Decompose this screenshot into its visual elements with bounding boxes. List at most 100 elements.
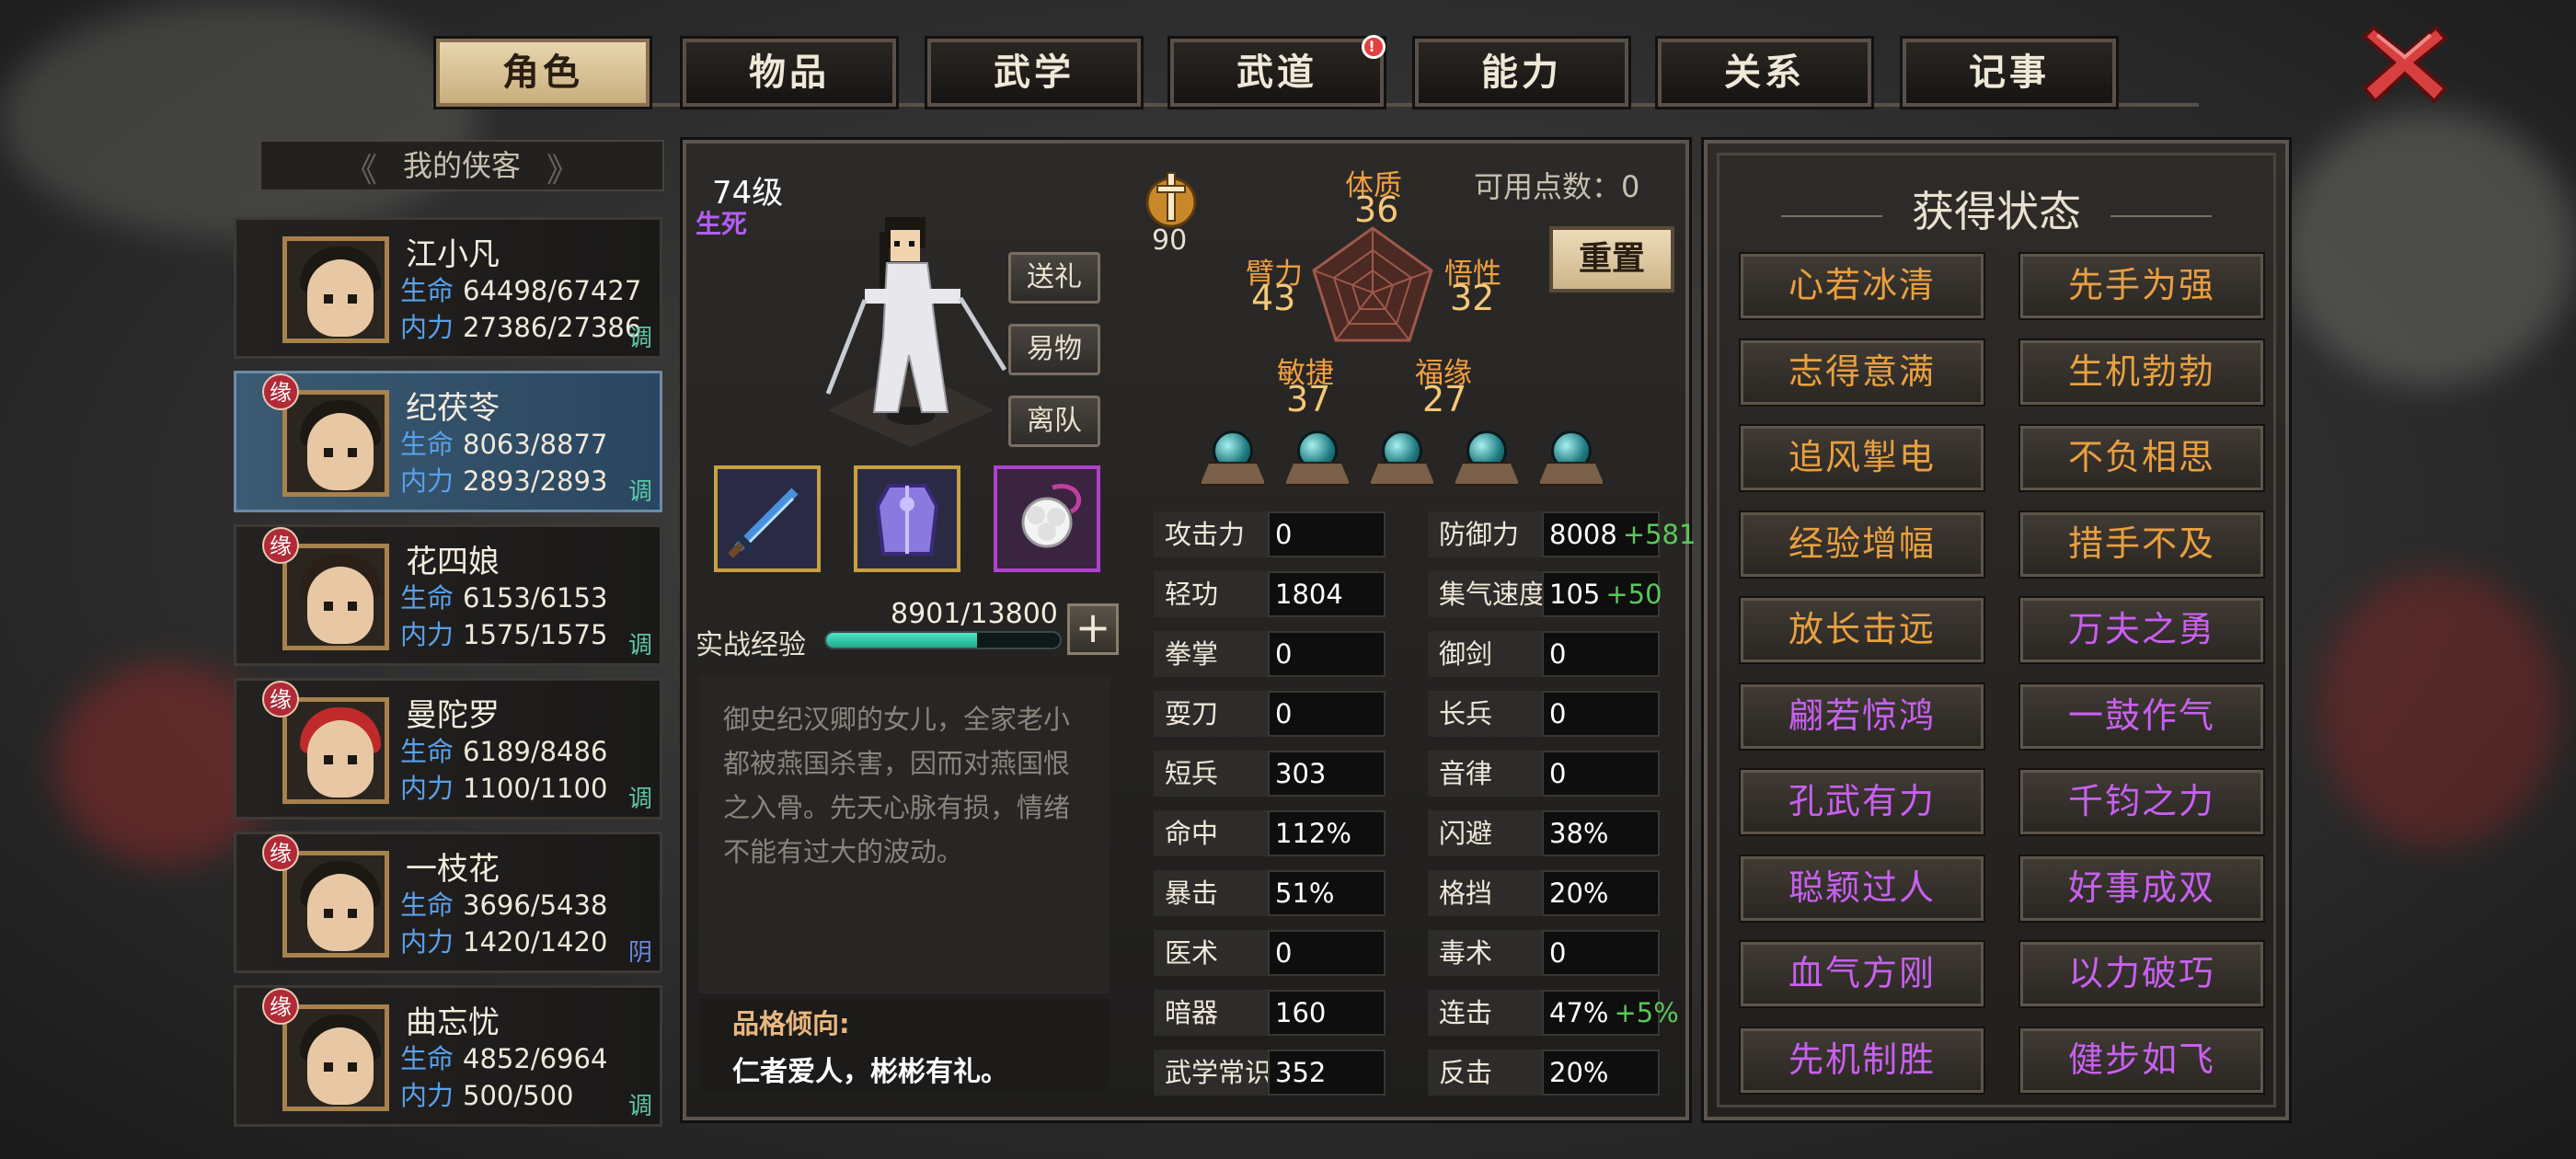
exp-label: 实战经验 xyxy=(696,629,806,661)
hero-card[interactable]: 曼陀罗 生命 6189/8486 内力 1100/1100 调 缘 xyxy=(234,678,662,820)
status-buff[interactable]: 追风掣电 xyxy=(1739,424,1985,492)
add-exp-button[interactable]: + xyxy=(1067,603,1119,655)
status-buff[interactable]: 聪颖过人 xyxy=(1739,854,1985,923)
tab-label: 武学 xyxy=(994,52,1075,94)
status-buff[interactable]: 血气方刚 xyxy=(1739,940,1985,1008)
trait-title: 品格倾向: xyxy=(732,1008,850,1039)
stat-label: 毒术 xyxy=(1428,930,1542,976)
robe-icon xyxy=(875,484,939,556)
avatar xyxy=(282,697,389,804)
stat-value: 8008 +581 xyxy=(1542,511,1696,557)
status-buff[interactable]: 翩若惊鸿 xyxy=(1739,682,1985,751)
armor-slot[interactable] xyxy=(854,465,960,572)
hero-card[interactable]: 一枝花 生命 3696/5438 内力 1420/1420 阴 缘 xyxy=(234,832,662,973)
hero-name: 花四娘 xyxy=(406,544,500,580)
stat-value: 0 xyxy=(1542,691,1660,737)
tab-4[interactable]: 能力 xyxy=(1412,36,1631,109)
tab-5[interactable]: 关系 xyxy=(1655,36,1874,109)
bond-badge: 缘 xyxy=(262,988,299,1025)
tab-3[interactable]: 武道! xyxy=(1167,35,1386,109)
status-buff[interactable]: 一鼓作气 xyxy=(2018,682,2265,751)
exp-value: 8901/13800 xyxy=(891,598,1058,630)
status-buff[interactable]: 放长击远 xyxy=(1739,596,1985,664)
stat-label: 反击 xyxy=(1428,1050,1542,1096)
hero-card[interactable]: 曲忘忧 生命 4852/6964 内力 500/500 调 缘 xyxy=(234,985,662,1127)
hero-hp: 生命 6189/8486 xyxy=(400,736,608,767)
stat-value: 1804 xyxy=(1268,571,1386,617)
hero-mp: 内力 1100/1100 xyxy=(400,773,608,804)
avatar xyxy=(282,1004,389,1111)
combat-power-value: 90 xyxy=(1152,224,1188,257)
status-buff[interactable]: 经验增幅 xyxy=(1739,510,1985,579)
status-buff[interactable]: 不负相思 xyxy=(2018,424,2265,492)
hero-card[interactable]: 纪茯苓 生命 8063/8877 内力 2893/2893 调 缘 xyxy=(234,371,662,512)
stat-value: 38% xyxy=(1542,810,1660,856)
hero-card[interactable]: 花四娘 生命 6153/6153 内力 1575/1575 调 缘 xyxy=(234,524,662,666)
character-realm: 生死 xyxy=(696,209,748,239)
leave-party-button[interactable]: 离队 xyxy=(1008,396,1100,447)
tab-label: 角色 xyxy=(502,52,583,94)
status-buff[interactable]: 先机制胜 xyxy=(1739,1026,1985,1095)
meridian-orb-icon[interactable] xyxy=(1538,430,1604,488)
status-buff[interactable]: 志得意满 xyxy=(1739,338,1985,407)
trait-text: 仁者爱人，彬彬有礼。 xyxy=(732,1056,1008,1088)
status-buff[interactable]: 心若冰清 xyxy=(1739,252,1985,320)
status-buff[interactable]: 孔武有力 xyxy=(1739,768,1985,836)
status-buff[interactable]: 万夫之勇 xyxy=(2018,596,2265,664)
title-divider xyxy=(2110,215,2212,217)
bond-badge: 缘 xyxy=(262,681,299,717)
stat-label: 格挡 xyxy=(1428,870,1542,916)
meridian-orb-icon[interactable] xyxy=(1200,430,1266,488)
gift-button[interactable]: 送礼 xyxy=(1008,252,1100,304)
meridian-orb-icon[interactable] xyxy=(1454,430,1520,488)
status-buff[interactable]: 生机勃勃 xyxy=(2018,338,2265,407)
stat-row: 暗器 160 xyxy=(1154,990,1386,1036)
stat-label: 暴击 xyxy=(1154,870,1268,916)
trade-button[interactable]: 易物 xyxy=(1008,324,1100,375)
tab-label: 物品 xyxy=(749,52,830,94)
character-bio: 御史纪汉卿的女儿，全家老小都被燕国杀害，因而对燕国恨之入骨。先天心脉有损，情绪不… xyxy=(723,704,1071,867)
roster-title-label: 我的侠客 xyxy=(402,148,521,183)
tab-label: 关系 xyxy=(1724,52,1805,94)
stat-row: 集气速度 105 +50 xyxy=(1428,571,1662,617)
hero-card[interactable]: 江小凡 生命 64498/67427 内力 27386/27386 调 xyxy=(234,217,662,359)
stat-row: 音律 0 xyxy=(1428,751,1660,797)
stat-value: 105 +50 xyxy=(1542,571,1662,617)
status-buff[interactable]: 健步如飞 xyxy=(2018,1026,2265,1095)
status-buff[interactable]: 措手不及 xyxy=(2018,510,2265,579)
hero-tag: 阴 xyxy=(627,939,652,967)
stat-value: 0 xyxy=(1268,691,1386,737)
weapon-slot[interactable] xyxy=(714,465,821,572)
notification-badge: ! xyxy=(1362,35,1386,59)
stat-value: 0 xyxy=(1542,930,1660,976)
tab-1[interactable]: 物品 xyxy=(680,36,899,109)
tab-2[interactable]: 武学 xyxy=(925,36,1144,109)
stat-label: 攻击力 xyxy=(1154,511,1268,557)
hero-name: 江小凡 xyxy=(406,236,500,273)
stat-value: 0 xyxy=(1542,751,1660,797)
meridian-orb-icon[interactable] xyxy=(1284,430,1351,488)
stat-bonus: +5% xyxy=(1614,997,1679,1028)
stat-label: 闪避 xyxy=(1428,810,1542,856)
sword-icon xyxy=(728,488,799,558)
stat-value: 0 xyxy=(1268,511,1386,557)
stat-label: 连击 xyxy=(1428,990,1542,1036)
status-buff[interactable]: 以力破巧 xyxy=(2018,940,2265,1008)
bond-badge: 缘 xyxy=(262,527,299,564)
meridian-orb-icon[interactable] xyxy=(1369,430,1435,488)
stat-value: 112% xyxy=(1268,810,1386,856)
status-buff[interactable]: 千钧之力 xyxy=(2018,768,2265,836)
close-icon[interactable] xyxy=(2361,18,2449,107)
bond-badge: 缘 xyxy=(262,373,299,410)
status-buff[interactable]: 先手为强 xyxy=(2018,252,2265,320)
hero-mp: 内力 1575/1575 xyxy=(400,619,608,650)
stat-label: 轻功 xyxy=(1154,571,1268,617)
hero-mp: 内力 2893/2893 xyxy=(400,465,608,497)
tab-6[interactable]: 记事 xyxy=(1900,36,2119,109)
reset-button[interactable]: 重置 xyxy=(1549,226,1674,293)
status-buff[interactable]: 好事成双 xyxy=(2018,854,2265,923)
tab-0[interactable]: 角色 xyxy=(433,36,652,109)
stat-label: 长兵 xyxy=(1428,691,1542,737)
stat-row: 防御力 8008 +581 xyxy=(1428,511,1696,557)
accessory-slot[interactable] xyxy=(994,465,1100,572)
